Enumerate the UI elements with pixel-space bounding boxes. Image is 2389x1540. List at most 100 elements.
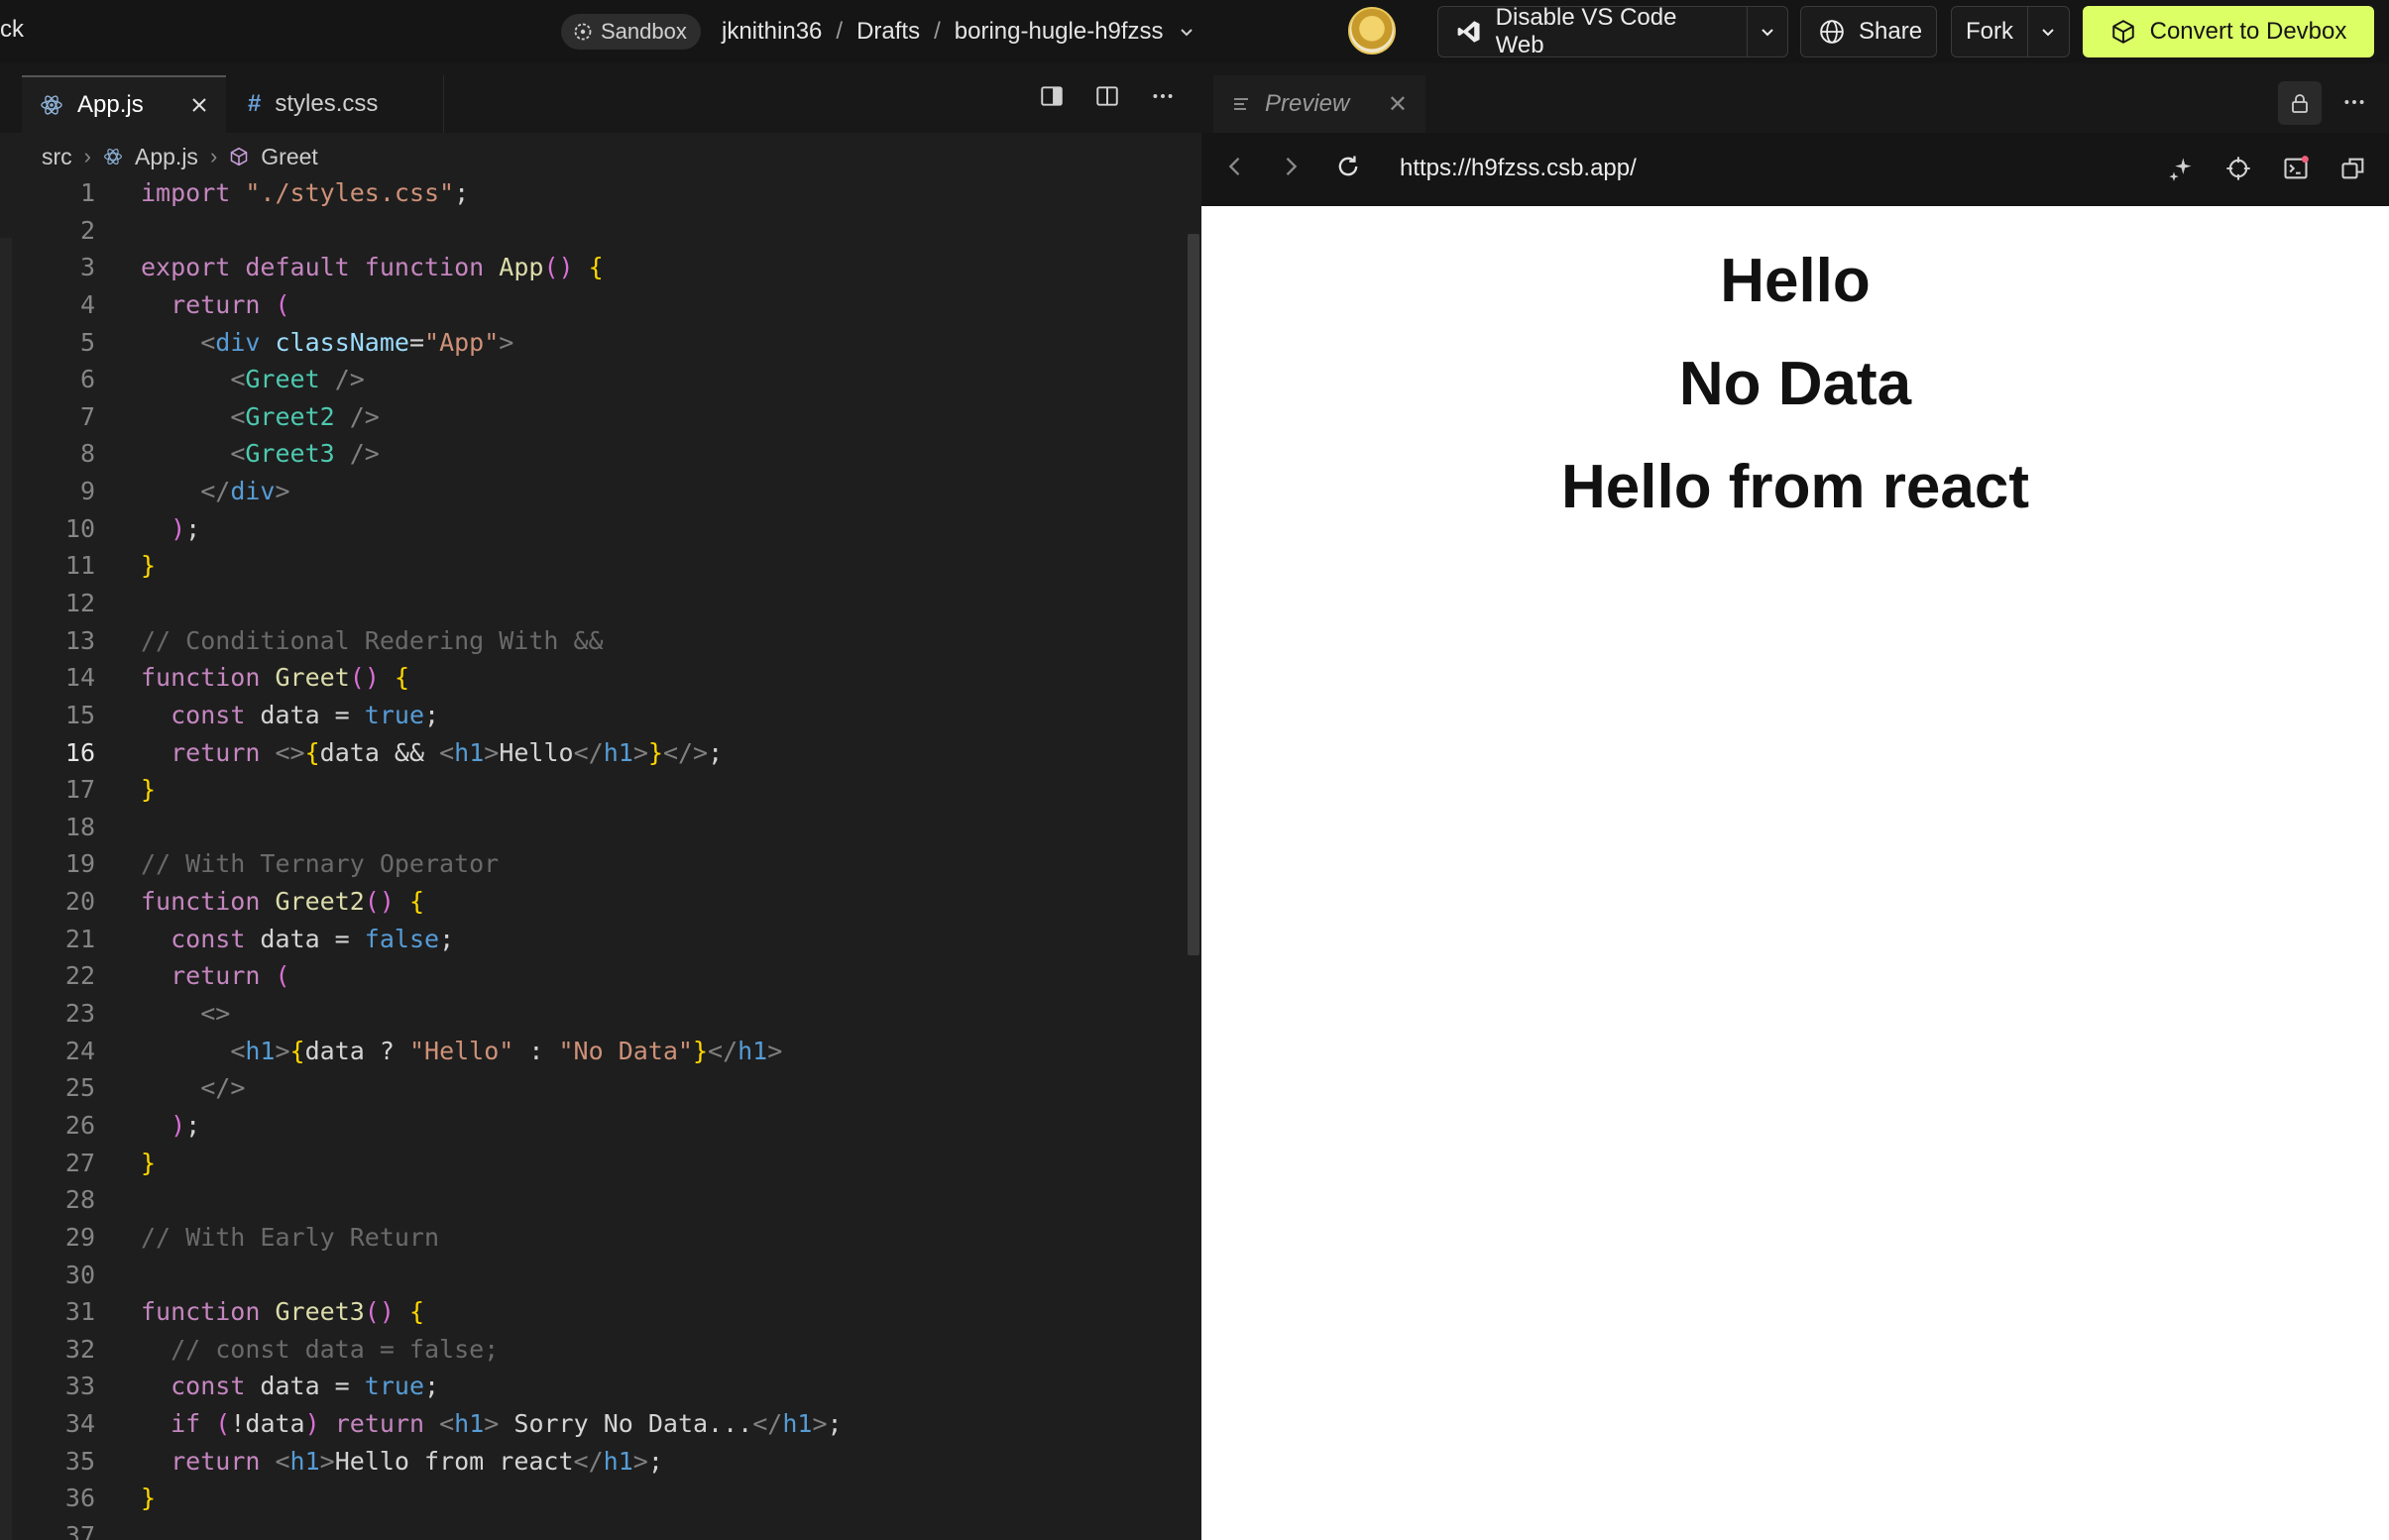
code-line[interactable]: 34 if (!data) return <h1> Sorry No Data.… [0,1405,1180,1443]
refresh-icon[interactable] [1334,153,1362,180]
path-project[interactable]: boring-hugle-h9fzss [955,18,1164,46]
code-text[interactable]: function Greet3() { [141,1293,424,1331]
chevron-down-icon[interactable] [1178,23,1195,41]
code-text[interactable]: return ( [141,286,289,324]
code-line[interactable]: 8 <Greet3 /> [0,435,1180,473]
code-text[interactable]: <Greet /> [141,361,365,398]
code-text[interactable]: } [141,1480,156,1517]
url-field[interactable]: https://h9fzss.csb.app/ [1400,155,1637,182]
code-text[interactable]: } [141,771,156,809]
code-line[interactable]: 35 return <h1>Hello from react</h1>; [0,1443,1180,1481]
code-line[interactable]: 13 // Conditional Redering With && [0,622,1180,660]
code-line[interactable]: 20 function Greet2() { [0,883,1180,921]
lock-button[interactable] [2278,81,2322,125]
code-line[interactable]: 28 [0,1181,1180,1219]
project-path[interactable]: jknithin36 / Drafts / boring-hugle-h9fzs… [722,14,1195,50]
code-text[interactable]: <h1>{data ? "Hello" : "No Data"}</h1> [141,1033,782,1070]
disable-vscode-dropdown[interactable] [1747,7,1787,56]
code-text[interactable]: // const data = false; [141,1331,499,1369]
code-line[interactable]: 24 <h1>{data ? "Hello" : "No Data"}</h1> [0,1033,1180,1070]
code-line[interactable]: 2 [0,212,1180,250]
code-line[interactable]: 27} [0,1145,1180,1182]
tab-app-js[interactable]: App.js [22,75,226,133]
code-line[interactable]: 17} [0,771,1180,809]
code-line[interactable]: 5 <div className="App"> [0,324,1180,362]
code-line[interactable]: 32 // const data = false; [0,1331,1180,1369]
terminal-icon[interactable] [2282,155,2310,182]
code-text[interactable]: const data = true; [141,1368,439,1405]
code-text[interactable]: import "./styles.css"; [141,174,469,212]
code-text[interactable]: function Greet2() { [141,883,424,921]
sparkle-icon[interactable] [2167,155,2195,182]
code-line[interactable]: 22 return ( [0,957,1180,995]
code-text[interactable]: // Conditional Redering With && [141,622,604,660]
code-line[interactable]: 15 const data = true; [0,697,1180,734]
code-text[interactable]: return <h1>Hello from react</h1>; [141,1443,663,1481]
code-line[interactable]: 36} [0,1480,1180,1517]
code-text[interactable]: ); [141,510,200,548]
code-text[interactable]: </div> [141,473,289,510]
code-line[interactable]: 37 [0,1517,1180,1540]
breadcrumb-symbol[interactable]: Greet [261,144,318,170]
close-icon[interactable] [190,96,208,114]
code-text[interactable]: <Greet2 /> [141,398,380,436]
code-line[interactable]: 3 export default function App() { [0,249,1180,286]
code-line[interactable]: 30 [0,1257,1180,1294]
tab-preview[interactable]: Preview ✕ [1213,75,1425,133]
code-text[interactable]: } [141,1145,156,1182]
code-line[interactable]: 18 [0,809,1180,846]
code-text[interactable]: </> [141,1069,245,1107]
code-text[interactable]: } [141,547,156,585]
code-line[interactable]: 12 [0,585,1180,622]
path-folder[interactable]: Drafts [856,18,920,46]
editor-scrollbar[interactable] [1188,234,1199,955]
code-text[interactable]: <> [141,995,230,1033]
code-text[interactable]: const data = true; [141,697,439,734]
code-text[interactable]: return ( [141,957,289,995]
open-new-window-icon[interactable] [2339,155,2367,182]
close-icon[interactable]: ✕ [1388,90,1408,119]
code-text[interactable]: <Greet3 /> [141,435,380,473]
crosshair-icon[interactable] [2224,155,2252,182]
avatar[interactable] [1348,7,1396,55]
code-text[interactable]: export default function App() { [141,249,604,286]
breadcrumb-src[interactable]: src [42,144,72,170]
disable-vscode-button[interactable]: Disable VS Code Web [1437,4,1788,58]
code-line[interactable]: 4 return ( [0,286,1180,324]
code-text[interactable]: function Greet() { [141,659,409,697]
code-text[interactable]: return <>{data && <h1>Hello</h1>}</>; [141,734,723,772]
tab-styles-css[interactable]: # styles.css [230,75,444,133]
code-line[interactable]: 31 function Greet3() { [0,1293,1180,1331]
code-line[interactable]: 7 <Greet2 /> [0,398,1180,436]
code-text[interactable]: ); [141,1107,200,1145]
split-editor-icon[interactable] [1094,83,1120,109]
back-link-fragment[interactable]: ck [0,16,24,44]
code-line[interactable]: 11} [0,547,1180,585]
forward-icon[interactable] [1277,153,1305,180]
code-text[interactable]: if (!data) return <h1> Sorry No Data...<… [141,1405,842,1443]
code-line[interactable]: 26 ); [0,1107,1180,1145]
share-button[interactable]: Share [1800,6,1937,57]
code-area[interactable]: 1 import "./styles.css"; 2 3 export default … [0,174,1190,1540]
code-line[interactable]: 10 ); [0,510,1180,548]
code-line[interactable]: 9 </div> [0,473,1180,510]
more-icon[interactable] [1150,83,1176,109]
code-line[interactable]: 6 <Greet /> [0,361,1180,398]
code-line[interactable]: 19 // With Ternary Operator [0,845,1180,883]
code-line[interactable]: 16 return <>{data && <h1>Hello</h1>}</>; [0,734,1180,772]
code-line[interactable]: 29 // With Early Return [0,1219,1180,1257]
fork-dropdown[interactable] [2027,7,2068,56]
code-line[interactable]: 1 import "./styles.css"; [0,174,1180,212]
code-line[interactable]: 14 function Greet() { [0,659,1180,697]
code-line[interactable]: 21 const data = false; [0,921,1180,958]
back-icon[interactable] [1221,153,1249,180]
convert-to-devbox-button[interactable]: Convert to Devbox [2083,6,2374,57]
path-user[interactable]: jknithin36 [722,18,822,46]
code-text[interactable]: // With Ternary Operator [141,845,499,883]
code-line[interactable]: 25 </> [0,1069,1180,1107]
code-text[interactable]: const data = false; [141,921,454,958]
code-text[interactable]: // With Early Return [141,1219,439,1257]
code-line[interactable]: 33 const data = true; [0,1368,1180,1405]
code-line[interactable]: 23 <> [0,995,1180,1033]
breadcrumb-file[interactable]: App.js [135,144,198,170]
